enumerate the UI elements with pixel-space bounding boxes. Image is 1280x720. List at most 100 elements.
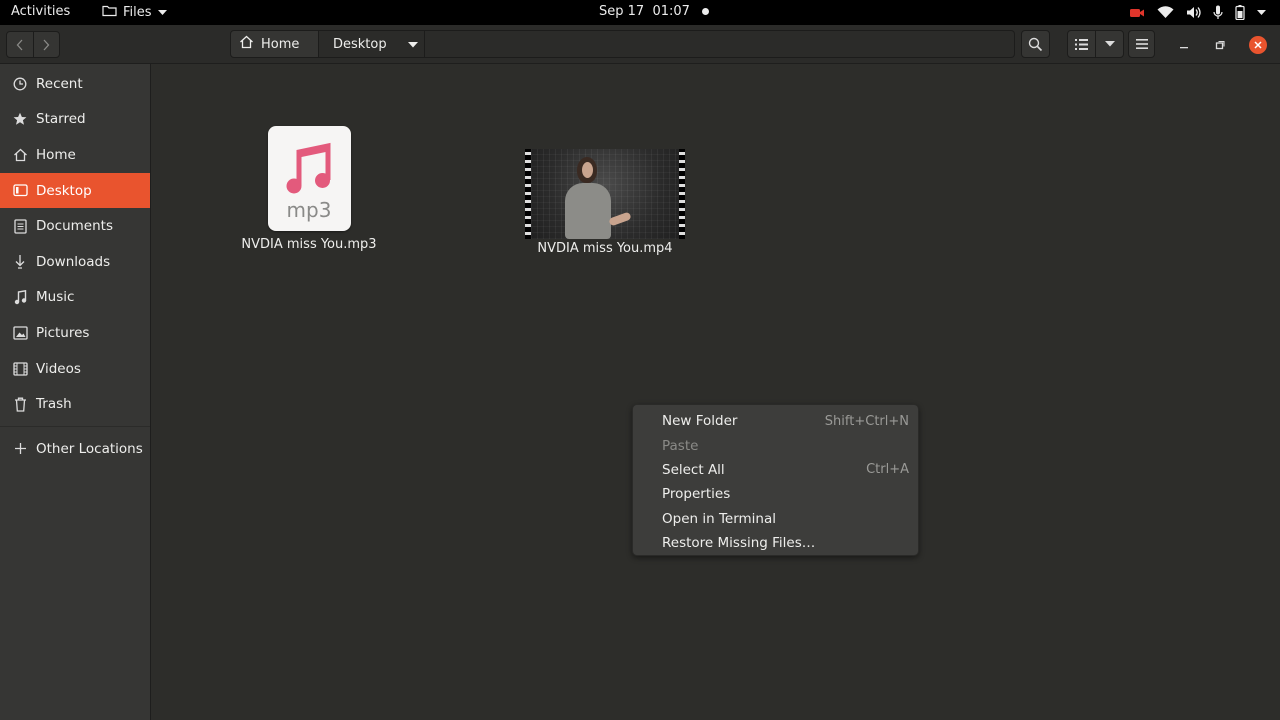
- main-menu-button[interactable]: [1128, 30, 1155, 58]
- dropdown-arrow-icon: [407, 37, 418, 52]
- home-icon: [12, 147, 28, 163]
- menu-item-label: Open in Terminal: [662, 510, 776, 527]
- battery-icon[interactable]: [1235, 5, 1245, 20]
- sidebar-item-recent[interactable]: Recent: [0, 66, 150, 102]
- minimize-icon: [1180, 47, 1188, 49]
- clock-time: 01:07: [652, 4, 690, 19]
- download-icon: [12, 254, 28, 270]
- hamburger-menu-icon: [1135, 39, 1148, 49]
- star-icon: [12, 111, 28, 127]
- menu-item-label: Select All: [662, 461, 725, 478]
- minimize-button[interactable]: [1175, 36, 1193, 54]
- screen-record-icon[interactable]: [1129, 7, 1145, 19]
- restore-icon: [1215, 40, 1225, 50]
- menu-item-restore-missing-files[interactable]: Restore Missing Files…: [633, 531, 918, 555]
- picture-icon: [12, 325, 28, 341]
- sidebar-item-home[interactable]: Home: [0, 137, 150, 173]
- search-icon: [1028, 37, 1043, 51]
- sidebar-item-label: Recent: [36, 75, 83, 92]
- chevron-left-icon: [16, 39, 23, 50]
- places-sidebar: Recent Starred Home Desktop Documents Do…: [0, 64, 151, 720]
- sidebar-item-label: Other Locations: [36, 440, 143, 457]
- menu-item-label: Paste: [662, 437, 699, 454]
- menu-item-shortcut: Shift+Ctrl+N: [824, 413, 909, 429]
- folder-icon: [102, 4, 117, 21]
- video-thumbnail: [525, 149, 685, 239]
- top-bar: Activities Files Sep 17 01:07: [0, 0, 1280, 25]
- path-home-label: Home: [261, 36, 300, 52]
- menu-item-open-in-terminal[interactable]: Open in Terminal: [633, 507, 918, 531]
- activities-button[interactable]: Activities: [11, 4, 70, 19]
- search-button[interactable]: [1021, 30, 1050, 58]
- sidebar-item-label: Home: [36, 146, 76, 163]
- sidebar-item-starred[interactable]: Starred: [0, 102, 150, 138]
- file-name: NVDIA miss You.mp4: [537, 241, 673, 256]
- wifi-icon[interactable]: [1157, 6, 1174, 19]
- chevron-right-icon: [44, 39, 50, 50]
- navigation-buttons: [6, 31, 60, 58]
- menu-item-new-folder[interactable]: New Folder Shift+Ctrl+N: [633, 409, 918, 433]
- path-bar-empty-area[interactable]: [425, 30, 1015, 58]
- file-view[interactable]: mp3 NVDIA miss You.mp3 NVDIA miss You.mp…: [152, 64, 1280, 720]
- sidebar-item-music[interactable]: Music: [0, 280, 150, 316]
- close-icon: [1254, 41, 1262, 49]
- notification-dot-icon: [701, 8, 709, 15]
- sidebar-divider: [0, 425, 150, 427]
- plus-icon: [12, 441, 28, 457]
- sidebar-item-label: Documents: [36, 218, 113, 235]
- system-tray[interactable]: [1129, 3, 1266, 22]
- path-desktop-label: Desktop: [333, 36, 387, 52]
- view-options-group: [1067, 30, 1124, 58]
- file-item[interactable]: NVDIA miss You.mp4: [525, 149, 685, 256]
- sidebar-item-label: Music: [36, 289, 75, 306]
- back-button[interactable]: [7, 32, 33, 57]
- audio-file-icon: mp3: [267, 126, 351, 231]
- sidebar-item-pictures[interactable]: Pictures: [0, 315, 150, 351]
- menu-item-label: Restore Missing Files…: [662, 535, 816, 552]
- file-item[interactable]: mp3 NVDIA miss You.mp3: [234, 126, 384, 252]
- menu-item-select-all[interactable]: Select All Ctrl+A: [633, 458, 918, 482]
- path-desktop-button[interactable]: Desktop: [319, 30, 425, 58]
- menu-item-label: New Folder: [662, 413, 738, 430]
- sidebar-item-label: Starred: [36, 111, 86, 128]
- maximize-button[interactable]: [1211, 36, 1229, 54]
- sidebar-item-videos[interactable]: Videos: [0, 351, 150, 387]
- menu-item-properties[interactable]: Properties: [633, 482, 918, 506]
- app-menu[interactable]: Files: [102, 4, 167, 21]
- sidebar-item-label: Trash: [36, 396, 72, 413]
- menu-item-paste: Paste: [633, 433, 918, 457]
- system-menu-arrow-icon[interactable]: [1257, 9, 1266, 16]
- app-menu-label: Files: [123, 5, 152, 20]
- sidebar-item-label: Downloads: [36, 253, 111, 270]
- sidebar-item-label: Desktop: [36, 182, 92, 199]
- sidebar-item-desktop[interactable]: Desktop: [0, 172, 150, 209]
- music-note-icon: [286, 142, 330, 194]
- menu-item-shortcut: Ctrl+A: [866, 462, 909, 478]
- video-icon: [12, 361, 28, 377]
- volume-icon[interactable]: [1186, 6, 1201, 19]
- sidebar-item-label: Videos: [36, 360, 81, 377]
- close-button[interactable]: [1249, 36, 1267, 54]
- file-name: NVDIA miss You.mp3: [241, 237, 377, 252]
- clock-icon: [12, 76, 28, 92]
- file-extension-label: mp3: [286, 198, 332, 222]
- sidebar-item-trash[interactable]: Trash: [0, 386, 150, 422]
- clock-date: Sep 17: [599, 4, 645, 19]
- desktop-icon: [12, 183, 28, 199]
- path-home-button[interactable]: Home: [230, 30, 319, 58]
- context-menu: New Folder Shift+Ctrl+N Paste Select All…: [632, 404, 919, 556]
- chevron-down-icon: [157, 5, 167, 20]
- sidebar-item-documents[interactable]: Documents: [0, 208, 150, 244]
- forward-button[interactable]: [32, 32, 59, 57]
- sidebar-item-downloads[interactable]: Downloads: [0, 244, 150, 280]
- sidebar-item-other-locations[interactable]: Other Locations: [0, 431, 150, 467]
- microphone-icon[interactable]: [1213, 5, 1223, 20]
- trash-icon: [12, 396, 28, 412]
- clock[interactable]: Sep 17 01:07: [599, 4, 709, 19]
- document-icon: [12, 218, 28, 234]
- view-options-dropdown-button[interactable]: [1095, 31, 1123, 57]
- list-view-icon: [1075, 38, 1088, 50]
- menu-item-label: Properties: [662, 486, 731, 503]
- list-view-button[interactable]: [1068, 31, 1095, 57]
- film-strip-right: [679, 149, 685, 239]
